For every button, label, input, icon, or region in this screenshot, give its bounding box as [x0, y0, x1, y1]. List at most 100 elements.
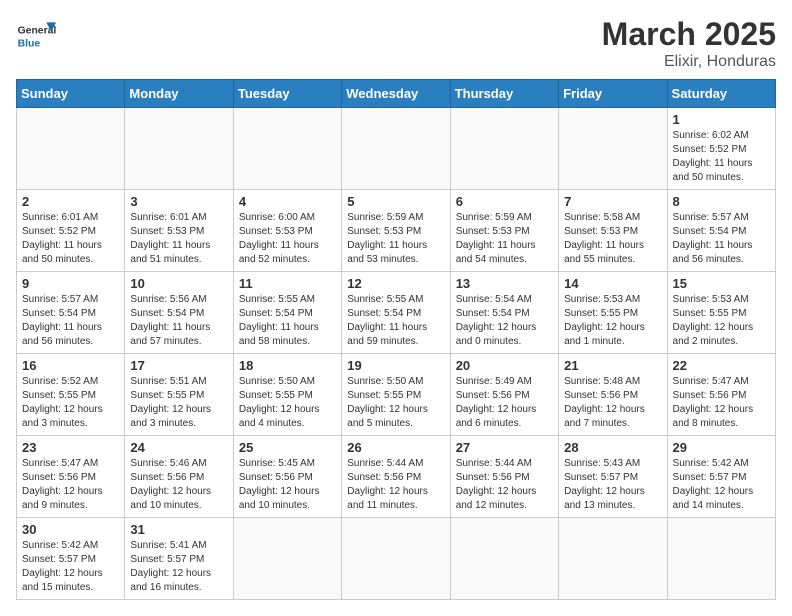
day-info: Sunrise: 5:50 AM Sunset: 5:55 PM Dayligh…	[347, 375, 444, 431]
calendar-cell: 31 Sunrise: 5:41 AM Sunset: 5:57 PM Dayli…	[125, 518, 233, 600]
day-number: 29	[673, 440, 770, 455]
weekday-header-saturday: Saturday	[667, 80, 775, 108]
calendar-cell: 17Sunrise: 5:51 AM Sunset: 5:55 PM Dayli…	[125, 354, 233, 436]
calendar-cell	[17, 108, 125, 190]
day-number: 13	[456, 276, 553, 291]
day-number: 24	[130, 440, 227, 455]
day-info: Sunrise: 5:42 AM Sunset: 5:57 PM Dayligh…	[22, 539, 119, 595]
calendar-cell: 19Sunrise: 5:50 AM Sunset: 5:55 PM Dayli…	[342, 354, 450, 436]
day-info: Sunrise: 5:43 AM Sunset: 5:57 PM Dayligh…	[564, 457, 661, 513]
calendar-title: March 2025	[602, 16, 776, 53]
weekday-header-row: SundayMondayTuesdayWednesdayThursdayFrid…	[17, 80, 776, 108]
calendar-cell	[667, 518, 775, 600]
calendar-cell: 1 Sunrise: 6:02 AM Sunset: 5:52 PM Daylig…	[667, 108, 775, 190]
day-number: 26	[347, 440, 444, 455]
calendar-body: 1 Sunrise: 6:02 AM Sunset: 5:52 PM Daylig…	[17, 108, 776, 600]
day-info: Sunrise: 5:59 AM Sunset: 5:53 PM Dayligh…	[456, 211, 553, 267]
day-info: Sunrise: 5:58 AM Sunset: 5:53 PM Dayligh…	[564, 211, 661, 267]
day-info: Sunrise: 5:47 AM Sunset: 5:56 PM Dayligh…	[22, 457, 119, 513]
day-number: 30	[22, 522, 119, 537]
calendar-cell	[559, 518, 667, 600]
day-info: Sunrise: 5:41 AM Sunset: 5:57 PM Dayligh…	[130, 539, 227, 595]
calendar-cell	[233, 518, 341, 600]
calendar-cell	[450, 518, 558, 600]
calendar-cell: 26 Sunrise: 5:44 AM Sunset: 5:56 PM Dayli…	[342, 436, 450, 518]
calendar-cell: 24 Sunrise: 5:46 AM Sunset: 5:56 PM Dayli…	[125, 436, 233, 518]
calendar-cell: 30 Sunrise: 5:42 AM Sunset: 5:57 PM Dayli…	[17, 518, 125, 600]
calendar-cell: 12Sunrise: 5:55 AM Sunset: 5:54 PM Dayli…	[342, 272, 450, 354]
day-number: 10	[130, 276, 227, 291]
calendar-week-row: 16Sunrise: 5:52 AM Sunset: 5:55 PM Dayli…	[17, 354, 776, 436]
logo: General Blue	[16, 16, 56, 56]
day-number: 15	[673, 276, 770, 291]
day-info: Sunrise: 5:48 AM Sunset: 5:56 PM Dayligh…	[564, 375, 661, 431]
day-number: 18	[239, 358, 336, 373]
calendar-week-row: 23 Sunrise: 5:47 AM Sunset: 5:56 PM Dayli…	[17, 436, 776, 518]
calendar-cell: 2 Sunrise: 6:01 AM Sunset: 5:52 PM Daylig…	[17, 190, 125, 272]
calendar-cell: 18 Sunrise: 5:50 AM Sunset: 5:55 PM Dayli…	[233, 354, 341, 436]
svg-text:Blue: Blue	[18, 38, 41, 49]
calendar-week-row: 1 Sunrise: 6:02 AM Sunset: 5:52 PM Daylig…	[17, 108, 776, 190]
day-number: 9	[22, 276, 119, 291]
calendar-cell: 20 Sunrise: 5:49 AM Sunset: 5:56 PM Dayli…	[450, 354, 558, 436]
calendar-cell: 4Sunrise: 6:00 AM Sunset: 5:53 PM Daylig…	[233, 190, 341, 272]
day-info: Sunrise: 5:46 AM Sunset: 5:56 PM Dayligh…	[130, 457, 227, 513]
calendar-cell	[342, 108, 450, 190]
day-number: 6	[456, 194, 553, 209]
page-header: General Blue March 2025 Elixir, Honduras	[16, 16, 776, 71]
day-info: Sunrise: 5:59 AM Sunset: 5:53 PM Dayligh…	[347, 211, 444, 267]
day-number: 14	[564, 276, 661, 291]
day-info: Sunrise: 5:52 AM Sunset: 5:55 PM Dayligh…	[22, 375, 119, 431]
calendar-cell: 27Sunrise: 5:44 AM Sunset: 5:56 PM Dayli…	[450, 436, 558, 518]
calendar-subtitle: Elixir, Honduras	[602, 53, 776, 71]
day-info: Sunrise: 5:47 AM Sunset: 5:56 PM Dayligh…	[673, 375, 770, 431]
day-number: 2	[22, 194, 119, 209]
calendar-table: SundayMondayTuesdayWednesdayThursdayFrid…	[16, 79, 776, 600]
calendar-cell: 25Sunrise: 5:45 AM Sunset: 5:56 PM Dayli…	[233, 436, 341, 518]
calendar-cell: 10 Sunrise: 5:56 AM Sunset: 5:54 PM Dayli…	[125, 272, 233, 354]
day-info: Sunrise: 5:57 AM Sunset: 5:54 PM Dayligh…	[673, 211, 770, 267]
day-number: 21	[564, 358, 661, 373]
calendar-cell: 29 Sunrise: 5:42 AM Sunset: 5:57 PM Dayli…	[667, 436, 775, 518]
day-number: 3	[130, 194, 227, 209]
day-info: Sunrise: 5:55 AM Sunset: 5:54 PM Dayligh…	[239, 293, 336, 349]
day-info: Sunrise: 5:56 AM Sunset: 5:54 PM Dayligh…	[130, 293, 227, 349]
day-number: 28	[564, 440, 661, 455]
day-info: Sunrise: 5:57 AM Sunset: 5:54 PM Dayligh…	[22, 293, 119, 349]
day-number: 4	[239, 194, 336, 209]
day-info: Sunrise: 5:54 AM Sunset: 5:54 PM Dayligh…	[456, 293, 553, 349]
day-number: 5	[347, 194, 444, 209]
calendar-cell: 5 Sunrise: 5:59 AM Sunset: 5:53 PM Daylig…	[342, 190, 450, 272]
calendar-cell: 14 Sunrise: 5:53 AM Sunset: 5:55 PM Dayli…	[559, 272, 667, 354]
calendar-cell: 7 Sunrise: 5:58 AM Sunset: 5:53 PM Daylig…	[559, 190, 667, 272]
day-info: Sunrise: 6:02 AM Sunset: 5:52 PM Dayligh…	[673, 129, 770, 185]
calendar-cell: 22 Sunrise: 5:47 AM Sunset: 5:56 PM Dayli…	[667, 354, 775, 436]
calendar-cell: 15Sunrise: 5:53 AM Sunset: 5:55 PM Dayli…	[667, 272, 775, 354]
day-number: 1	[673, 112, 770, 127]
day-number: 31	[130, 522, 227, 537]
calendar-cell: 9 Sunrise: 5:57 AM Sunset: 5:54 PM Daylig…	[17, 272, 125, 354]
day-info: Sunrise: 5:53 AM Sunset: 5:55 PM Dayligh…	[564, 293, 661, 349]
day-number: 20	[456, 358, 553, 373]
day-info: Sunrise: 5:50 AM Sunset: 5:55 PM Dayligh…	[239, 375, 336, 431]
day-number: 22	[673, 358, 770, 373]
day-number: 8	[673, 194, 770, 209]
day-number: 7	[564, 194, 661, 209]
day-info: Sunrise: 5:49 AM Sunset: 5:56 PM Dayligh…	[456, 375, 553, 431]
day-info: Sunrise: 5:42 AM Sunset: 5:57 PM Dayligh…	[673, 457, 770, 513]
calendar-cell	[342, 518, 450, 600]
calendar-cell: 21 Sunrise: 5:48 AM Sunset: 5:56 PM Dayli…	[559, 354, 667, 436]
calendar-cell: 13 Sunrise: 5:54 AM Sunset: 5:54 PM Dayli…	[450, 272, 558, 354]
day-info: Sunrise: 6:01 AM Sunset: 5:52 PM Dayligh…	[22, 211, 119, 267]
weekday-header-friday: Friday	[559, 80, 667, 108]
logo-icon: General Blue	[16, 16, 56, 56]
calendar-cell	[559, 108, 667, 190]
calendar-cell	[233, 108, 341, 190]
calendar-cell: 16Sunrise: 5:52 AM Sunset: 5:55 PM Dayli…	[17, 354, 125, 436]
day-info: Sunrise: 5:44 AM Sunset: 5:56 PM Dayligh…	[347, 457, 444, 513]
weekday-header-wednesday: Wednesday	[342, 80, 450, 108]
calendar-cell: 8 Sunrise: 5:57 AM Sunset: 5:54 PM Daylig…	[667, 190, 775, 272]
calendar-week-row: 9 Sunrise: 5:57 AM Sunset: 5:54 PM Daylig…	[17, 272, 776, 354]
day-info: Sunrise: 5:44 AM Sunset: 5:56 PM Dayligh…	[456, 457, 553, 513]
day-number: 23	[22, 440, 119, 455]
